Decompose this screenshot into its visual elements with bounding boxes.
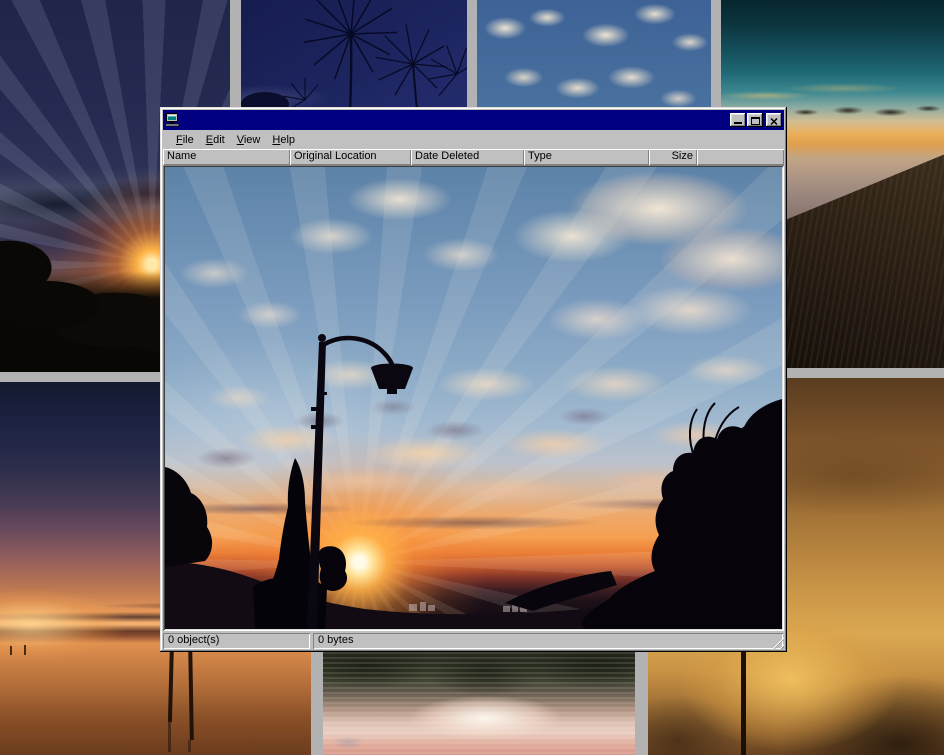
right-trees-silhouette xyxy=(581,399,782,629)
close-button[interactable] xyxy=(766,113,782,127)
column-header-type[interactable]: Type xyxy=(524,149,649,165)
distant-pole-silhouette xyxy=(10,646,12,655)
column-header-original-location[interactable]: Original Location xyxy=(290,149,411,165)
lake-pole-silhouette xyxy=(188,644,194,740)
left-bush-silhouette xyxy=(165,467,212,567)
column-header-name[interactable]: Name xyxy=(163,149,290,165)
status-object-count: 0 object(s) xyxy=(163,633,310,649)
status-size: 0 bytes xyxy=(313,633,783,649)
lamp-pole-silhouette xyxy=(741,652,746,755)
column-header-row: Name Original Location Date Deleted Type… xyxy=(163,149,784,165)
sunset-streetlamp-photo xyxy=(165,167,782,629)
distant-pole-silhouette xyxy=(24,645,26,655)
menu-bar: File Edit View Help xyxy=(163,130,784,149)
window-titlebar[interactable] xyxy=(163,110,784,130)
close-icon xyxy=(770,118,778,125)
desktop: File Edit View Help Name Original Locati… xyxy=(0,0,944,755)
column-header-size[interactable]: Size xyxy=(649,149,697,165)
column-header-date-deleted[interactable]: Date Deleted xyxy=(411,149,524,165)
recycle-bin-window: File Edit View Help Name Original Locati… xyxy=(160,107,787,652)
menu-file[interactable]: File xyxy=(170,132,200,148)
silhouette-layer xyxy=(165,167,782,629)
lake-pole-reflection xyxy=(168,722,171,752)
menu-view[interactable]: View xyxy=(231,132,267,148)
minimize-button[interactable] xyxy=(730,113,746,127)
small-tree-silhouette xyxy=(318,546,347,591)
column-header-blank[interactable] xyxy=(697,149,784,165)
photo-tile-water-reflection xyxy=(323,652,635,755)
status-bar: 0 object(s) 0 bytes xyxy=(163,631,784,649)
minimize-icon xyxy=(734,122,742,124)
menu-help[interactable]: Help xyxy=(266,132,301,148)
folder-view[interactable] xyxy=(163,165,784,631)
lake-pole-reflection xyxy=(188,740,191,752)
menu-edit[interactable]: Edit xyxy=(200,132,231,148)
computer-icon[interactable] xyxy=(165,113,181,127)
maximize-button[interactable] xyxy=(747,113,763,127)
maximize-icon xyxy=(751,117,760,125)
